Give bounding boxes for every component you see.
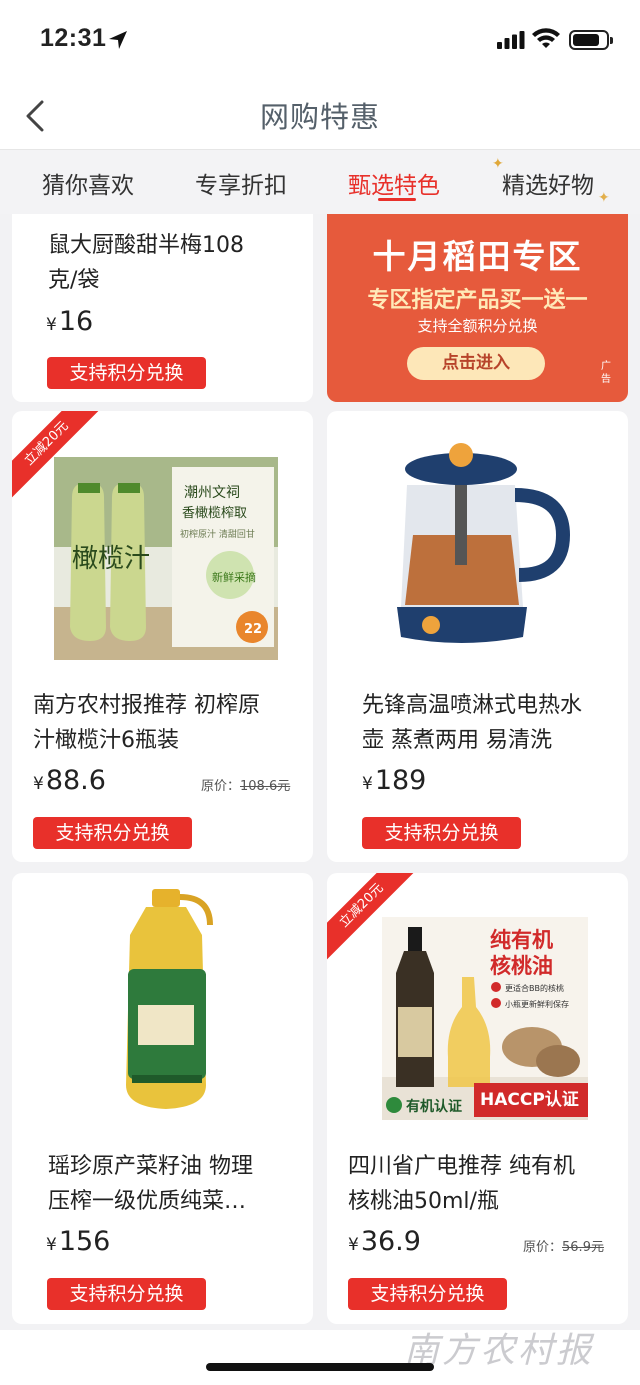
svg-text:潮州文祠: 潮州文祠 [184, 485, 240, 501]
wifi-icon [532, 28, 560, 48]
page-title: 网购特惠 [259, 100, 380, 134]
status-bar: 12:31 [0, 0, 640, 82]
product-card[interactable]: 先锋高温喷淋式电热水 壶 蒸煮两用 易清洗 ¥189 支持积分兑换 [327, 411, 628, 862]
ad-label: 广告 [601, 361, 611, 385]
home-indicator[interactable] [206, 1363, 434, 1371]
product-price: ¥88.6 [33, 765, 106, 796]
svg-text:核桃油: 核桃油 [490, 954, 553, 978]
svg-text:HACCP认证: HACCP认证 [480, 1089, 579, 1110]
tab-featured-goods[interactable]: 精选好物 [502, 166, 594, 200]
battery-icon [569, 30, 613, 50]
svg-text:更适合BB的核桃: 更适合BB的核桃 [505, 983, 564, 993]
category-tabs: 猜你喜欢 专享折扣 甄选特色 ✦ 精选好物 ✦ [0, 150, 640, 214]
product-price: ¥36.9 [348, 1226, 421, 1257]
tab-exclusive-discount[interactable]: 专享折扣 [195, 166, 287, 200]
svg-text:新鲜采摘: 新鲜采摘 [212, 570, 256, 584]
product-title: 鼠大厨酸甜半梅108 克/袋 [48, 233, 244, 293]
nav-bar: 网购特惠 [0, 82, 640, 150]
product-price: ¥156 [46, 1226, 111, 1257]
ad-title: 十月稻田专区 [372, 237, 583, 276]
active-tab-indicator [378, 198, 416, 201]
product-title: 先锋高温喷淋式电热水 壶 蒸煮两用 易清洗 [362, 693, 583, 753]
svg-text:小瓶更新鲜利保存: 小瓶更新鲜利保存 [505, 999, 569, 1009]
location-arrow-icon [109, 31, 127, 49]
product-image: 橄榄汁 潮州文祠 香橄榄榨取 初榨原汁 清甜回甘 新鲜采摘 22 [54, 457, 278, 660]
svg-text:橄榄汁: 橄榄汁 [72, 544, 150, 574]
product-card[interactable]: 橄榄汁 潮州文祠 香橄榄榨取 初榨原汁 清甜回甘 新鲜采摘 22 立减20元 南… [12, 411, 313, 862]
tab-guess-you-like[interactable]: 猜你喜欢 [42, 166, 134, 200]
product-title: 瑶珍原产菜籽油 物理 压榨一级优质纯菜… [48, 1154, 253, 1214]
redeem-points-button[interactable]: 支持积分兑换 [47, 1278, 206, 1310]
redeem-points-button[interactable]: 支持积分兑换 [348, 1278, 507, 1310]
status-time: 12:31 [40, 24, 107, 52]
ad-note: 支持全额积分兑换 [417, 317, 538, 335]
redeem-points-button[interactable]: 支持积分兑换 [33, 817, 192, 849]
svg-text:22: 22 [244, 622, 262, 637]
product-image [106, 885, 226, 1117]
ad-enter-button[interactable]: 点击进入 [407, 347, 545, 380]
redeem-points-button[interactable]: 支持积分兑换 [47, 357, 206, 389]
original-price: 原价：108.6元 [201, 779, 291, 794]
original-price: 原价：56.9元 [523, 1240, 604, 1255]
ad-banner[interactable]: 十月稻田专区 专区指定产品买一送一 支持全额积分兑换 点击进入 广告 [327, 214, 628, 402]
redeem-points-button[interactable]: 支持积分兑换 [362, 817, 521, 849]
product-card[interactable]: 瑶珍原产菜籽油 物理 压榨一级优质纯菜… ¥156 支持积分兑换 [12, 873, 313, 1324]
svg-text:有机认证: 有机认证 [406, 1098, 462, 1115]
svg-text:香橄榄榨取: 香橄榄榨取 [182, 505, 247, 521]
product-image: 纯有机 核桃油 更适合BB的核桃 小瓶更新鲜利保存 HACCP认证 有机认证 [382, 917, 588, 1120]
product-card[interactable]: 鼠大厨酸甜半梅108 克/袋 ¥16 支持积分兑换 [12, 214, 313, 402]
product-card[interactable]: 纯有机 核桃油 更适合BB的核桃 小瓶更新鲜利保存 HACCP认证 有机认证 立… [327, 873, 628, 1324]
product-price: ¥189 [362, 765, 427, 796]
cellular-signal-icon [497, 31, 525, 49]
product-title: 南方农村报推荐 初榨原 汁橄榄汁6瓶装 [33, 693, 260, 753]
product-title: 四川省广电推荐 纯有机 核桃油50ml/瓶 [348, 1154, 575, 1214]
svg-text:纯有机: 纯有机 [490, 928, 553, 952]
product-price: ¥16 [46, 306, 94, 337]
tab-selected-specialty[interactable]: 甄选特色 [348, 166, 440, 200]
product-image [377, 425, 577, 660]
tab-fade [600, 150, 640, 214]
ad-subtitle: 专区指定产品买一送一 [367, 288, 588, 313]
svg-text:初榨原汁 清甜回甘: 初榨原汁 清甜回甘 [180, 528, 255, 540]
